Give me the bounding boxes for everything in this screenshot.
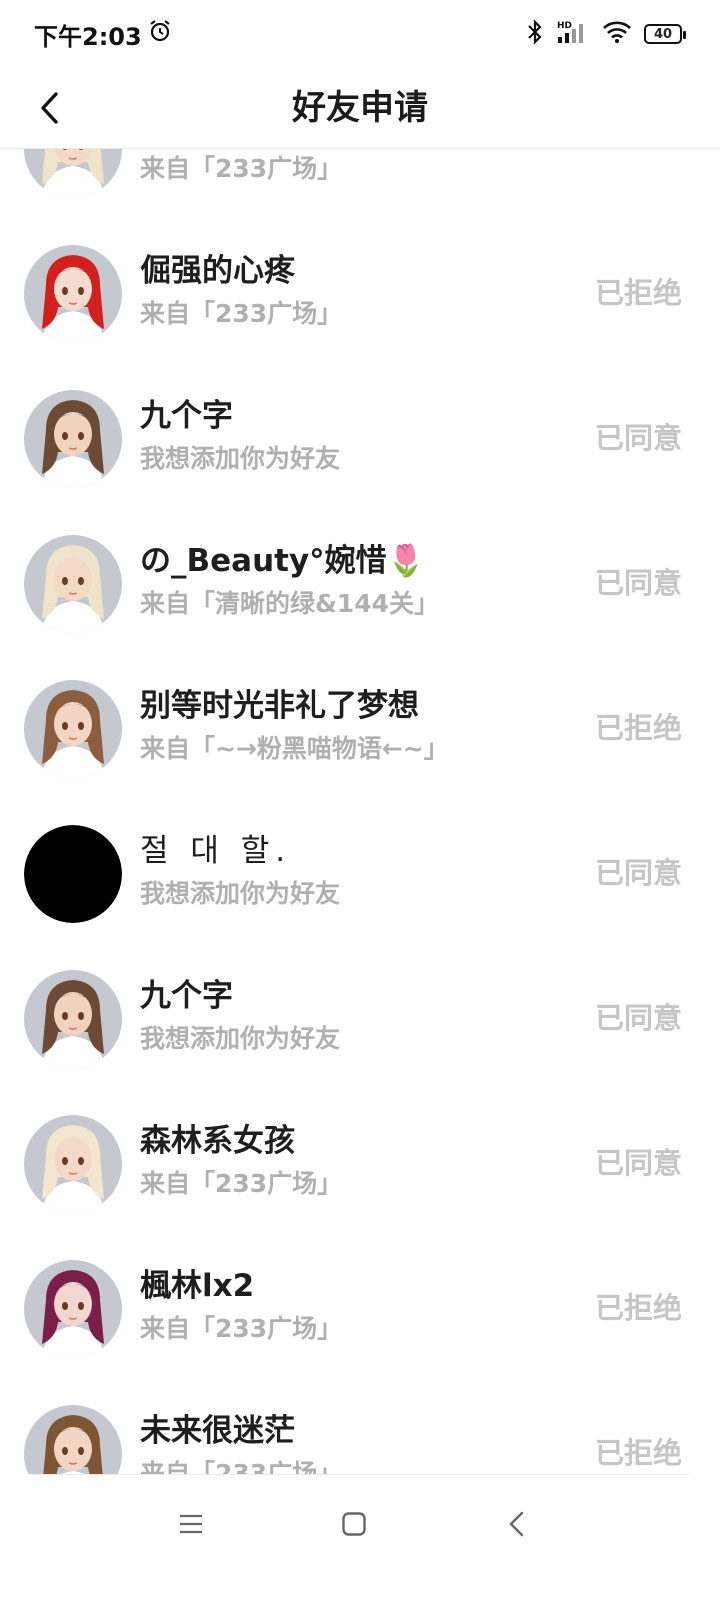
avatar-blonde-girl-icon [24, 1115, 122, 1213]
menu-icon [180, 1514, 202, 1534]
request-source: 我想添加你为好友 [140, 444, 341, 473]
header: 好友申请 [0, 68, 720, 149]
home-button[interactable] [329, 1504, 379, 1544]
system-nav-bar [0, 1474, 720, 1600]
avatar[interactable] [24, 245, 122, 343]
alarm-icon [148, 19, 172, 49]
list-item[interactable]: 未来很迷茫来自「233广场」 已拒绝 [0, 1381, 720, 1474]
request-source: 我想添加你为好友 [140, 1024, 341, 1053]
home-icon [342, 1512, 366, 1536]
request-status: 已同意 [594, 1001, 682, 1035]
request-name: 九个字 [140, 398, 233, 434]
request-source: 来自「233广场」 [140, 1314, 343, 1343]
avatar[interactable] [24, 1115, 122, 1213]
request-source: 来自「233广场」 [140, 1459, 343, 1474]
list-item[interactable]: の_Beauty°婉惜🌷 来自「清晰的绿&144关」 已同意 [0, 511, 720, 656]
list-item[interactable]: 倔强的心疼来自「233广场」 已拒绝 [0, 221, 720, 366]
avatar-blonde-girl-icon [24, 149, 122, 198]
avatar-red-hair-icon [24, 245, 122, 343]
avatar[interactable] [24, 825, 122, 923]
list-item[interactable]: 절 대 할. 我想添加你为好友 已同意 [0, 801, 720, 946]
request-name: 未来很迷茫 [140, 1413, 295, 1449]
system-back-button[interactable] [492, 1504, 542, 1544]
request-status: 已拒绝 [594, 1436, 682, 1470]
nav-divider [30, 1474, 690, 1475]
svg-text:HD: HD [557, 21, 572, 31]
request-status: 已同意 [594, 421, 682, 455]
avatar[interactable] [24, 1405, 122, 1474]
list-item[interactable]: 别等时光非礼了梦想来自「~→粉黑喵物语←~」 已拒绝 [0, 656, 720, 801]
list-item[interactable]: 来自「233广场」 [0, 149, 720, 221]
status-time: 下午2:03 [34, 22, 142, 51]
avatar-blonde-girl-icon [24, 535, 122, 633]
avatar[interactable] [24, 535, 122, 633]
request-name: の_Beauty°婉惜🌷 [140, 543, 426, 579]
back-icon [509, 1511, 524, 1537]
request-status: 已拒绝 [594, 276, 682, 310]
request-name: 森林系女孩 [140, 1123, 295, 1159]
avatar[interactable] [24, 970, 122, 1068]
status-left: 下午2:03 [34, 17, 172, 52]
avatar-black-icon [24, 825, 122, 923]
request-status: 已拒绝 [594, 1291, 682, 1325]
list-item[interactable]: 楓林lx2 来自「233广场」 已拒绝 [0, 1236, 720, 1381]
request-status: 已拒绝 [594, 711, 682, 745]
request-name: 九个字 [140, 978, 233, 1014]
request-source: 来自「233广场」 [140, 299, 343, 328]
avatar-pink-hair-icon [24, 1260, 122, 1358]
status-right: HD 40 [526, 19, 686, 49]
request-source: 我想添加你为好友 [140, 879, 341, 908]
request-source: 来自「233广场」 [140, 154, 343, 183]
request-status: 已同意 [594, 566, 682, 600]
avatar[interactable] [24, 680, 122, 778]
request-name: 别等时光非礼了梦想 [140, 688, 419, 724]
avatar-brown-short-hair-icon [24, 970, 122, 1068]
list-item[interactable]: 森林系女孩来自「233广场」 已同意 [0, 1091, 720, 1236]
request-name: 楓林lx2 [140, 1268, 255, 1304]
request-name: 절 대 할. [140, 833, 292, 869]
request-source: 来自「~→粉黑喵物语←~」 [140, 734, 449, 763]
avatar[interactable] [24, 390, 122, 488]
request-status: 已同意 [594, 856, 682, 890]
page-title: 好友申请 [292, 88, 428, 128]
avatar-brown-hair-icon [24, 680, 122, 778]
wifi-icon [602, 20, 632, 48]
bluetooth-icon [526, 19, 544, 49]
list-item[interactable]: 九个字我想添加你为好友 已同意 [0, 366, 720, 511]
request-source: 来自「233广场」 [140, 1169, 343, 1198]
request-source: 来自「清晰的绿&144关」 [140, 589, 439, 618]
avatar-brown-short-hair-icon [24, 390, 122, 488]
list-container: 来自「233广场」 倔强的心疼 来自「233广场」 已拒绝 九个字 我想添加你为好友 已同意… [0, 149, 720, 1474]
menu-button[interactable] [166, 1504, 216, 1544]
avatar-brown-hair-icon [24, 1405, 122, 1474]
signal-icon: HD [556, 19, 590, 49]
status-bar: 下午2:03 HD 40 [0, 0, 720, 68]
request-name: 倔强的心疼 [140, 253, 295, 289]
battery-icon: 40 [644, 24, 686, 44]
avatar[interactable] [24, 1260, 122, 1358]
avatar[interactable] [24, 149, 122, 198]
friend-request-list[interactable]: 来自「233广场」 倔强的心疼 来自「233广场」 已拒绝 九个字 我想添加你为好友 已同意… [0, 149, 720, 1474]
list-item[interactable]: 九个字我想添加你为好友 已同意 [0, 946, 720, 1091]
request-status: 已同意 [594, 1146, 682, 1180]
